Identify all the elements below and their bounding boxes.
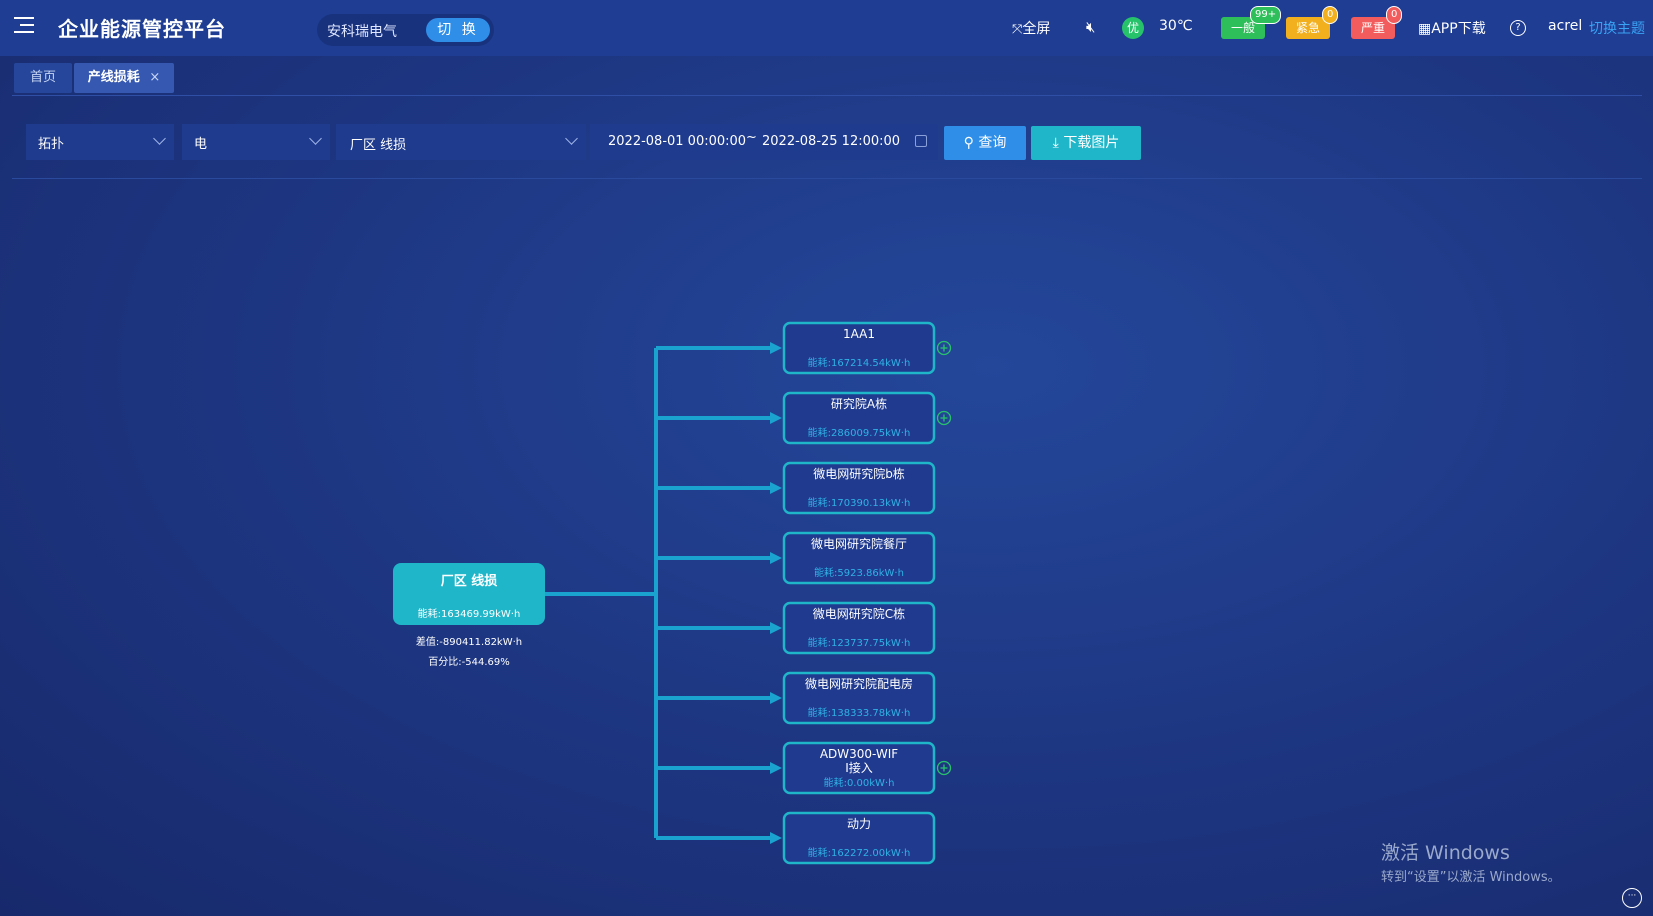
close-icon[interactable]: × [149, 70, 160, 85]
temperature: 30℃ [1159, 18, 1193, 34]
child-node-name: 微电网研究院餐厅 [811, 536, 907, 551]
view-select[interactable]: 拓扑 [26, 124, 174, 160]
user-name[interactable]: acrel [1548, 18, 1582, 34]
date-separator: ~ [746, 130, 757, 145]
quality-badge: 优 [1122, 17, 1144, 39]
root-node-energy: 能耗:163469.99kW·h [418, 607, 521, 620]
root-node-diff: 差值:-890411.82kW·h [416, 635, 522, 648]
mute-icon[interactable]: 🔇︎ [1086, 18, 1095, 36]
energy-select[interactable]: 电 [182, 124, 330, 160]
fullscreen-button[interactable]: ⤧全屏 [1012, 18, 1050, 38]
company-switcher: 安科瑞电气 切 换 [317, 14, 494, 46]
date-start[interactable]: 2022-08-01 00:00:00 [608, 134, 746, 149]
alarm-critical-count: 0 [1386, 6, 1403, 24]
child-node-name: 微电网研究院配电房 [805, 676, 913, 691]
app-title: 企业能源管控平台 [58, 17, 226, 41]
topology-diagram: 厂区 线损能耗:163469.99kW·h 差值:-890411.82kW·h 百分… [393, 321, 952, 865]
activation-watermark-title: 激活 Windows [1381, 842, 1510, 864]
branch-arrow [770, 552, 782, 564]
node-select-value: 厂区 线损 [350, 138, 407, 153]
root-node-percent: 百分比:-544.69% [428, 656, 509, 668]
child-node-name: 微电网研究院C栋 [813, 606, 905, 621]
menu-icon[interactable] [14, 17, 34, 35]
app-download-label: APP下载 [1431, 21, 1486, 37]
alarm-urgent-count: 0 [1322, 6, 1339, 24]
search-icon: ⚲ [963, 135, 974, 151]
qrcode-icon: ▦ [1418, 21, 1432, 37]
app-download-button[interactable]: ▦APP下载 [1418, 18, 1486, 38]
view-select-value: 拓扑 [38, 137, 65, 152]
branch-arrow [770, 412, 782, 424]
top-bar: 企业能源管控平台 安科瑞电气 切 换 ⤧全屏 🔇︎ 优 30℃ 一般 99+ 紧… [0, 0, 1653, 56]
theme-switch-link[interactable]: 切换主题 [1589, 18, 1645, 38]
branch-arrow [770, 342, 782, 354]
date-end[interactable]: 2022-08-25 12:00:00 [762, 134, 900, 149]
chevron-down-icon [309, 132, 322, 145]
child-node-energy: 能耗:5923.86kW·h [814, 566, 904, 579]
branch-arrow [770, 482, 782, 494]
alarm-general-count: 99+ [1250, 6, 1282, 24]
child-node-energy: 能耗:0.00kW·h [824, 776, 895, 789]
tab-line-loss-label: 产线损耗 [87, 70, 140, 85]
fullscreen-label: 全屏 [1022, 21, 1051, 37]
query-button[interactable]: ⚲ 查询 [944, 126, 1026, 160]
tab-line-loss[interactable]: 产线损耗 × [74, 63, 174, 93]
calendar-icon [915, 135, 927, 147]
node-select[interactable]: 厂区 线损 [336, 124, 586, 160]
activation-watermark-subtitle: 转到“设置”以激活 Windows。 [1381, 870, 1561, 885]
energy-select-value: 电 [194, 137, 208, 152]
tab-home[interactable]: 首页 [14, 63, 72, 93]
tab-home-label: 首页 [29, 70, 56, 85]
branch-arrow [770, 622, 782, 634]
child-node-energy: 能耗:162272.00kW·h [808, 846, 911, 859]
child-node-energy: 能耗:123737.75kW·h [808, 636, 911, 649]
child-node-energy: 能耗:167214.54kW·h [808, 356, 911, 369]
child-node-name: 研究院A栋 [831, 396, 887, 411]
filter-divider [12, 178, 1642, 179]
download-label: 下载图片 [1063, 135, 1120, 151]
switch-company-button[interactable]: 切 换 [426, 18, 490, 42]
child-node-energy: 能耗:286009.75kW·h [808, 426, 911, 439]
query-label: 查询 [978, 135, 1007, 151]
chevron-down-icon [565, 132, 578, 145]
child-node-energy: 能耗:138333.78kW·h [808, 706, 911, 719]
branch-arrow [770, 832, 782, 844]
child-node-name: 1AA1 [843, 327, 875, 341]
branch-arrow [770, 692, 782, 704]
fullscreen-icon: ⤧ [1012, 22, 1023, 37]
chat-icon[interactable]: ··· [1622, 888, 1642, 908]
chevron-down-icon [153, 132, 166, 145]
company-name: 安科瑞电气 [327, 24, 397, 40]
help-icon[interactable]: ? [1510, 20, 1526, 36]
download-icon: ⤓ [1052, 135, 1059, 151]
branch-arrow [770, 762, 782, 774]
tab-divider [12, 95, 1642, 96]
root-node-name: 厂区 线损 [441, 573, 498, 589]
child-node-name: 动力 [847, 817, 871, 831]
child-node-name: 微电网研究院b栋 [813, 466, 905, 481]
child-node-energy: 能耗:170390.13kW·h [808, 496, 911, 509]
date-range-picker[interactable]: 2022-08-01 00:00:00 ~ 2022-08-25 12:00:0… [590, 124, 938, 160]
child-node-name: ADW300-WIF [820, 747, 898, 761]
child-node-name: I接入 [845, 760, 873, 775]
download-image-button[interactable]: ⤓ 下载图片 [1031, 126, 1141, 160]
